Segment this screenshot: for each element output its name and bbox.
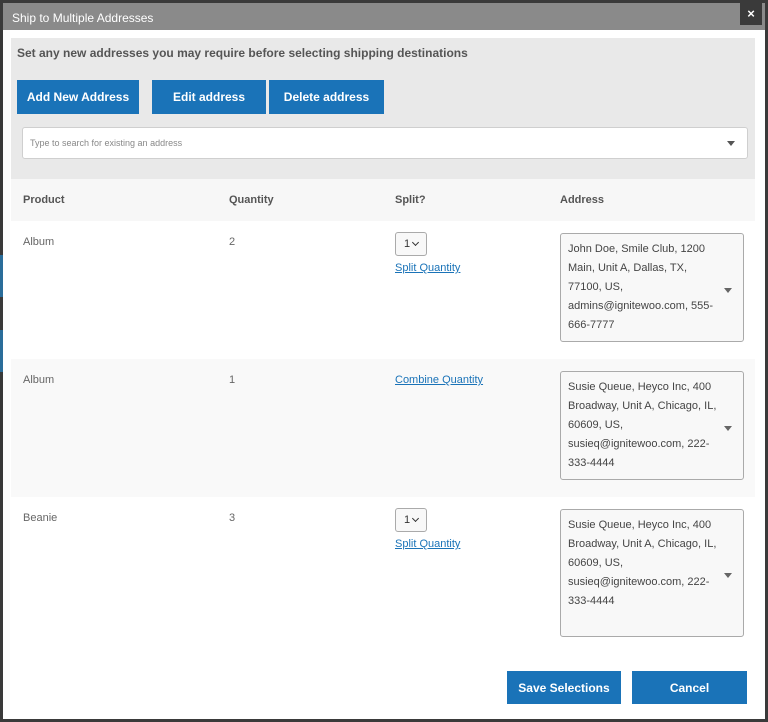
panel-heading: Set any new addresses you may require be…	[17, 46, 468, 60]
split-quantity-select[interactable]: 1	[395, 508, 427, 532]
address-cell: John Doe, Smile Club, 1200 Main, Unit A,…	[549, 221, 755, 359]
quantity-cell: 3	[229, 512, 236, 524]
address-search-input[interactable]: Type to search for existing an address	[22, 127, 748, 159]
column-header-address: Address	[560, 194, 605, 206]
product-cell: Album	[23, 236, 55, 248]
ship-multiple-dialog: Ship to Multiple Addresses × Set any new…	[3, 3, 765, 719]
address-cell: Susie Queue, Heyco Inc, 400 Broadway, Un…	[549, 359, 755, 497]
delete-address-button[interactable]: Delete address	[269, 80, 384, 114]
dialog-titlebar: Ship to Multiple Addresses ×	[3, 3, 765, 30]
quantity-cell: 2	[229, 236, 236, 248]
split-cell: 1 Split Quantity	[384, 497, 549, 647]
split-quantity-link[interactable]: Split Quantity	[395, 538, 549, 550]
quantity-cell: 1	[229, 374, 236, 386]
split-quantity-select[interactable]: 1	[395, 232, 427, 256]
shipping-table: Product Quantity Split? Address Album 2 …	[11, 179, 755, 647]
dialog-footer: Save Selections Cancel	[3, 671, 765, 711]
split-cell: Combine Quantity	[384, 359, 549, 497]
edit-address-button[interactable]: Edit address	[152, 80, 266, 114]
caret-down-icon	[724, 573, 732, 578]
address-actions: Add New Address Edit address Delete addr…	[17, 80, 749, 114]
split-select-value: 1	[403, 238, 411, 250]
search-placeholder: Type to search for existing an address	[30, 138, 183, 148]
dialog-content: Set any new addresses you may require be…	[11, 38, 755, 647]
split-select-value: 1	[403, 514, 411, 526]
split-cell: 1 Split Quantity	[384, 221, 549, 359]
dialog-title: Ship to Multiple Addresses	[12, 11, 154, 25]
address-cell: Susie Queue, Heyco Inc, 400 Broadway, Un…	[549, 497, 755, 647]
split-quantity-link[interactable]: Split Quantity	[395, 262, 549, 274]
column-header-split: Split?	[395, 194, 426, 206]
address-select[interactable]: John Doe, Smile Club, 1200 Main, Unit A,…	[560, 233, 744, 342]
address-select-value: Susie Queue, Heyco Inc, 400 Broadway, Un…	[568, 519, 717, 607]
caret-down-icon	[724, 425, 732, 431]
save-selections-button[interactable]: Save Selections	[507, 671, 621, 704]
chevron-down-icon	[412, 514, 420, 523]
table-row: Album 2 1 Split Quantity John Doe, Smile…	[11, 221, 755, 359]
address-panel: Set any new addresses you may require be…	[11, 38, 755, 179]
caret-down-icon[interactable]	[727, 141, 735, 146]
column-header-product: Product	[23, 194, 65, 206]
add-address-button[interactable]: Add New Address	[17, 80, 139, 114]
table-row: Album 1 Combine Quantity Susie Queue, He…	[11, 359, 755, 497]
address-select[interactable]: Susie Queue, Heyco Inc, 400 Broadway, Un…	[560, 509, 744, 637]
cancel-button[interactable]: Cancel	[632, 671, 747, 704]
table-header: Product Quantity Split? Address	[11, 179, 755, 221]
column-header-quantity: Quantity	[229, 194, 274, 206]
table-row: Beanie 3 1 Split Quantity Susie Queue, H…	[11, 497, 755, 647]
address-select-value: John Doe, Smile Club, 1200 Main, Unit A,…	[568, 243, 714, 331]
address-select[interactable]: Susie Queue, Heyco Inc, 400 Broadway, Un…	[560, 371, 744, 480]
close-button[interactable]: ×	[740, 3, 762, 25]
product-cell: Album	[23, 374, 55, 386]
address-select-value: Susie Queue, Heyco Inc, 400 Broadway, Un…	[568, 381, 717, 469]
chevron-down-icon	[412, 238, 420, 247]
caret-down-icon	[724, 287, 732, 293]
combine-quantity-link[interactable]: Combine Quantity	[395, 374, 549, 386]
product-cell: Beanie	[23, 512, 58, 524]
